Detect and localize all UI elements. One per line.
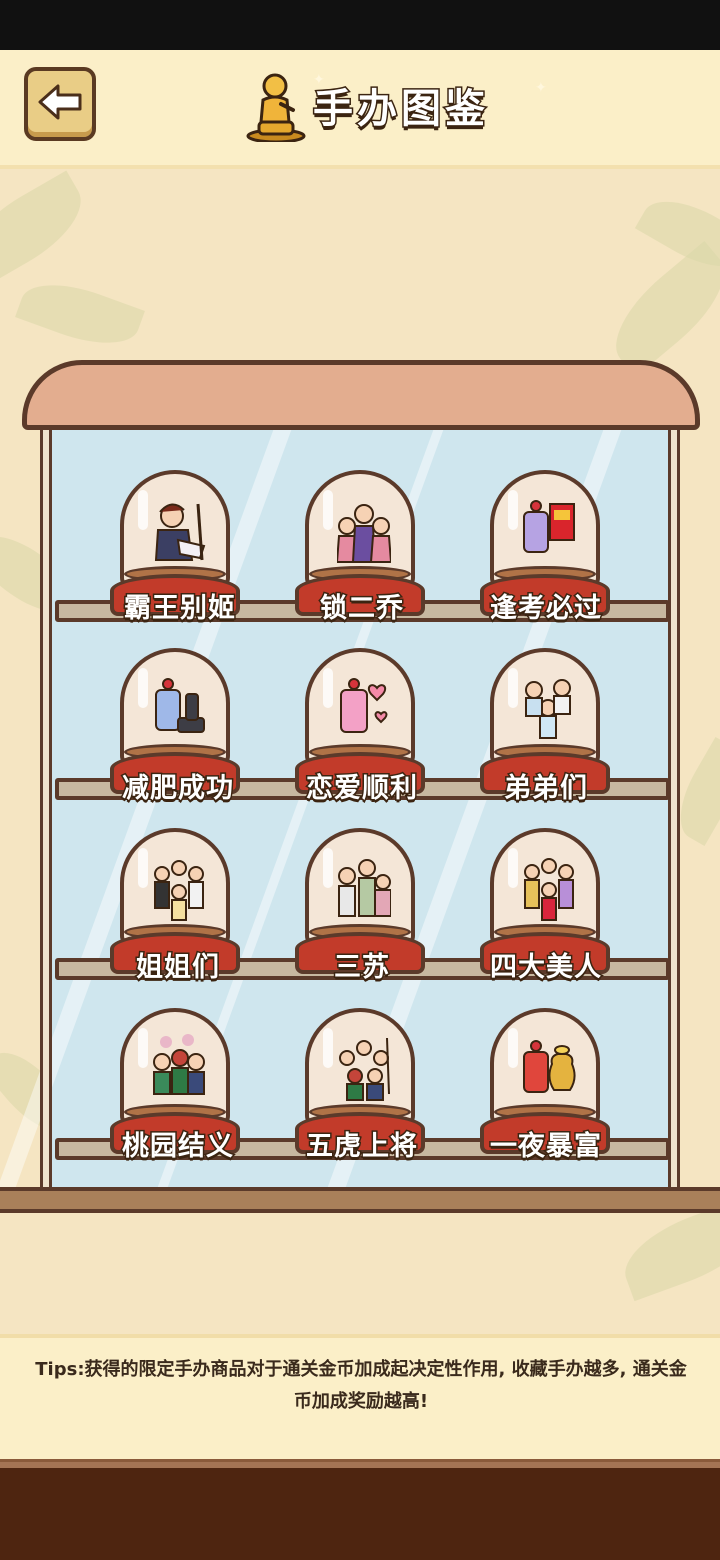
figure-label: 五虎上将 bbox=[305, 1130, 419, 1164]
back-button[interactable] bbox=[24, 67, 96, 141]
tips-text: Tips:获得的限定手办商品对于通关金币加成起决定性作用, 收藏手办越多, 通关… bbox=[35, 1359, 687, 1412]
cabinet-base bbox=[0, 1187, 720, 1213]
leaf-decoration bbox=[15, 269, 145, 359]
figure-label: 一夜暴富 bbox=[489, 1130, 603, 1164]
figure-label: 姐姐们 bbox=[135, 951, 221, 985]
four-beauties-figure bbox=[524, 858, 574, 921]
warrior-couple-figure bbox=[154, 503, 206, 561]
figure-label: 霸王别姬 bbox=[123, 592, 237, 626]
charm-and-book-figure bbox=[523, 500, 575, 553]
golden-figure-icon bbox=[245, 70, 307, 144]
figure-label: 减肥成功 bbox=[121, 772, 235, 806]
girl-group-figure bbox=[154, 860, 204, 921]
boy-group-figure bbox=[525, 679, 571, 739]
charm-and-dumbbell-figure bbox=[155, 678, 205, 733]
figure-label: 桃园结义 bbox=[121, 1130, 235, 1164]
love-charm-figure bbox=[340, 678, 388, 733]
five-tiger-generals-figure bbox=[339, 1037, 390, 1101]
charm-and-money-bag-figure bbox=[523, 1040, 576, 1093]
figure-label: 恋爱顺利 bbox=[305, 772, 419, 806]
bottom-bar bbox=[0, 1459, 720, 1560]
figure-label: 锁二乔 bbox=[319, 592, 405, 626]
three-characters-figure bbox=[337, 504, 391, 563]
sparkle-icon: ✦ bbox=[535, 80, 547, 96]
three-scholars-figure bbox=[338, 859, 391, 917]
figure-label: 四大美人 bbox=[489, 951, 603, 985]
bottom-bar-stripe bbox=[0, 1462, 720, 1468]
page-title: 手办图鉴 bbox=[312, 85, 489, 134]
tips-panel: Tips:获得的限定手办商品对于通关金币加成起决定性作用, 收藏手办越多, 通关… bbox=[0, 1334, 720, 1459]
figure-label: 三苏 bbox=[333, 951, 391, 985]
peach-garden-oath-figure bbox=[153, 1034, 205, 1095]
title-area: 手办图鉴 ✦ ✦ bbox=[245, 68, 555, 148]
header: 手办图鉴 ✦ ✦ bbox=[0, 50, 720, 169]
cabinet-roof bbox=[22, 360, 700, 430]
figure-label: 逢考必过 bbox=[489, 592, 603, 626]
cabinet-post-right bbox=[668, 425, 680, 1195]
figure-label: 弟弟们 bbox=[503, 772, 589, 806]
leaf-decoration bbox=[0, 170, 97, 288]
cabinet-post-left bbox=[40, 425, 52, 1195]
status-bar bbox=[0, 0, 720, 50]
arrow-left-icon bbox=[36, 82, 84, 126]
sparkle-icon: ✦ bbox=[313, 72, 325, 88]
